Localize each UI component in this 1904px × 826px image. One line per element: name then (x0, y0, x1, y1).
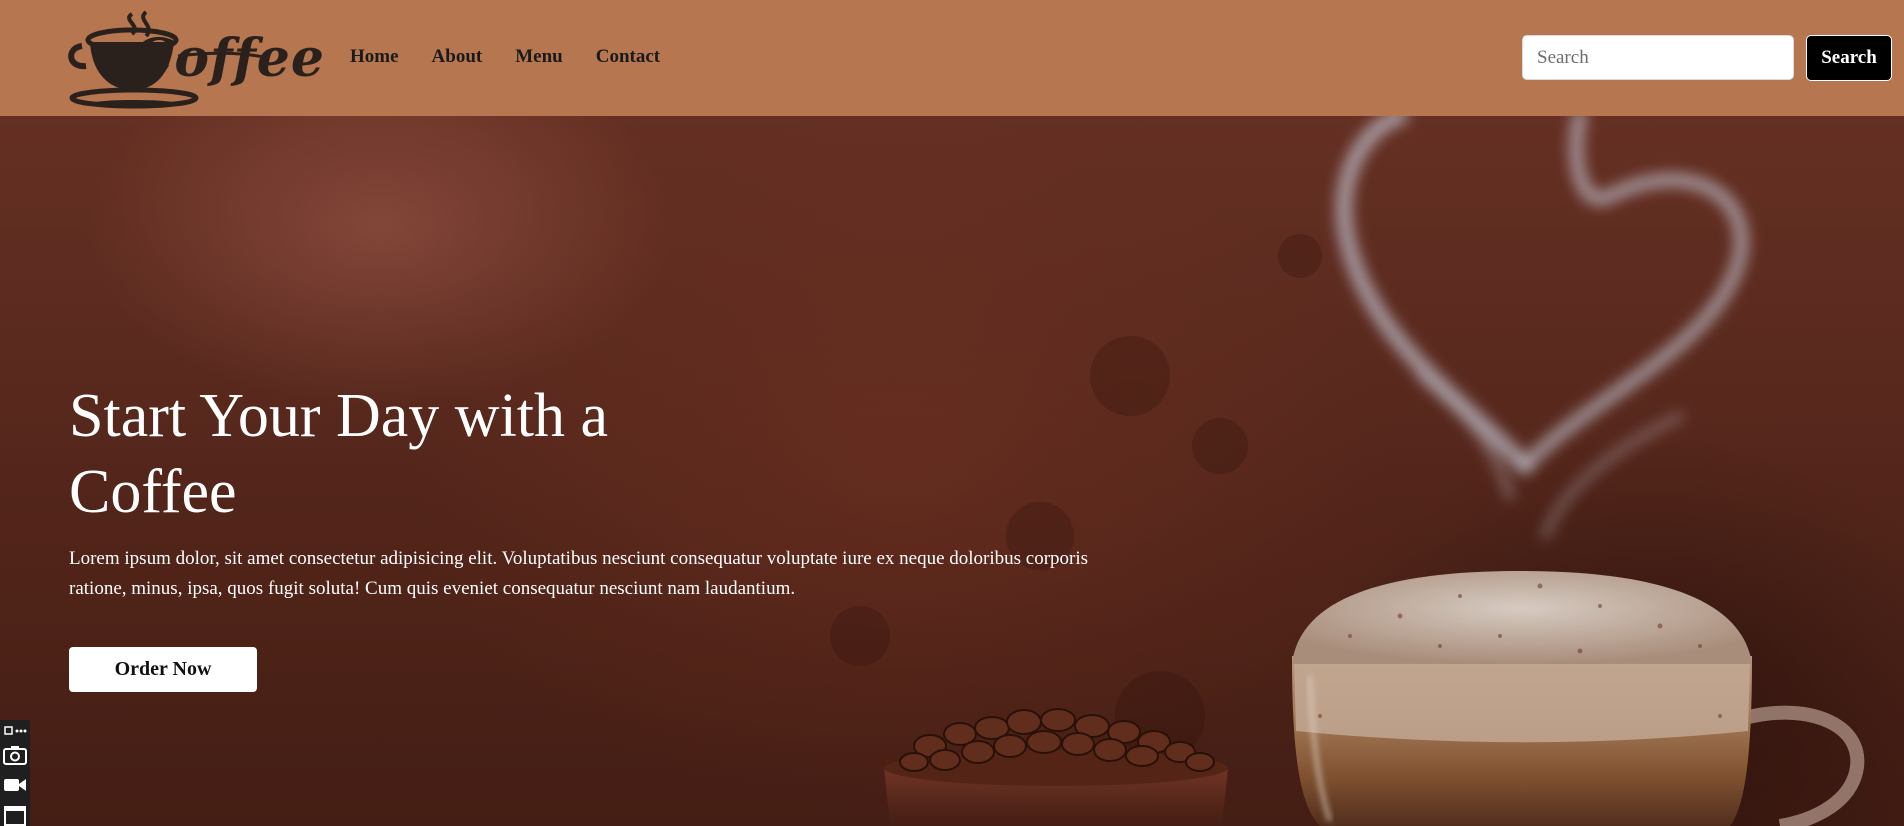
nav-link-menu[interactable]: Menu (515, 46, 563, 68)
hero-section: Start Your Day with a Coffee Lorem ipsum… (0, 116, 1904, 826)
logo[interactable]: Coffee (62, 6, 324, 110)
extension-menu-icon[interactable] (2, 724, 28, 738)
search-button[interactable]: Search (1806, 35, 1892, 81)
logo-text: Coffee (132, 28, 325, 89)
main-nav: Home About Menu Contact (350, 46, 693, 68)
nav-link-contact[interactable]: Contact (596, 46, 660, 68)
order-now-button[interactable]: Order Now (69, 647, 257, 692)
video-camera-icon[interactable] (2, 776, 28, 794)
hero-description: Lorem ipsum dolor, sit amet consectetur … (69, 548, 1089, 599)
hero-title: Start Your Day with a Coffee (69, 382, 609, 526)
navbar: Coffee Home About Menu Contact Search (0, 0, 1904, 116)
browser-side-tools (0, 720, 30, 826)
window-icon[interactable] (2, 804, 28, 826)
camera-icon[interactable] (2, 744, 28, 766)
nav-link-home[interactable]: Home (350, 46, 399, 68)
search-input[interactable] (1522, 35, 1794, 80)
nav-link-about[interactable]: About (432, 46, 483, 68)
